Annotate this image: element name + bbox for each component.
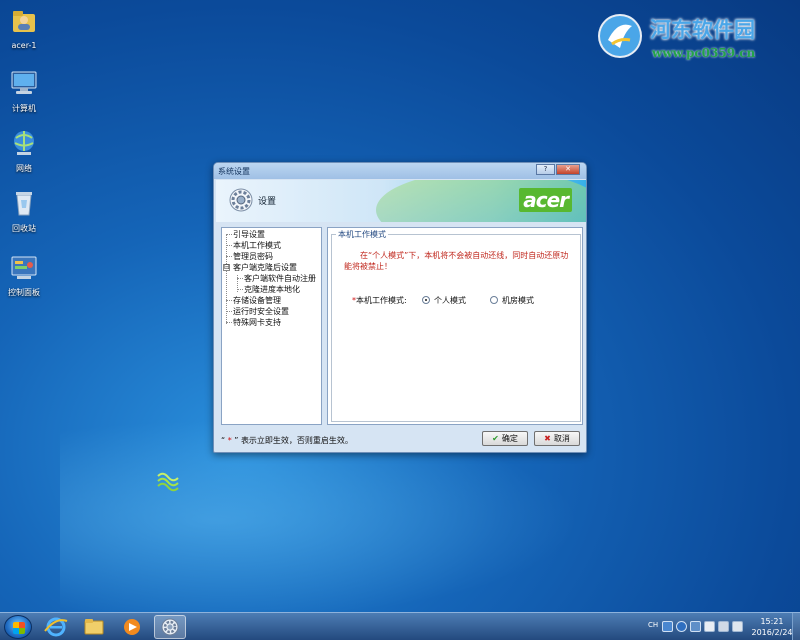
language-indicator[interactable]: CH — [648, 621, 658, 629]
work-mode-group: 本机工作模式 在“个人模式”下，本机将不会被自动还线，同时自动还原功能将被禁止！… — [331, 229, 581, 422]
media-player-icon — [124, 619, 140, 635]
footer-note: “ * ” 表示立即生效，否则重启生效。 — [221, 435, 353, 446]
tree-item-client-auto-register[interactable]: 客户端软件自动注册 — [244, 273, 316, 284]
close-button[interactable]: ✕ — [556, 164, 580, 175]
taskbar-app-explorer[interactable] — [78, 615, 110, 639]
group-title: 本机工作模式 — [336, 229, 388, 240]
tree-item-boot[interactable]: 引导设置 — [233, 229, 265, 240]
flag-icon[interactable] — [704, 621, 715, 632]
dialog-banner: 设置 acer — [216, 180, 586, 222]
taskbar-app-settings[interactable] — [154, 615, 186, 639]
desktop-icon-control-panel[interactable]: 控制面板 — [2, 252, 46, 298]
start-button[interactable] — [4, 615, 32, 639]
radio-unselected-icon — [490, 296, 498, 304]
show-desktop-button[interactable] — [792, 613, 800, 640]
radio-lab-mode[interactable]: 机房模式 — [490, 295, 534, 306]
tree-line — [226, 300, 232, 301]
dialog-title: 系统设置 — [218, 167, 250, 176]
radio-label: 机房模式 — [502, 296, 534, 305]
windows-logo-watermark-icon — [157, 472, 179, 492]
desktop-icon-label: 控制面板 — [8, 288, 40, 297]
watermark-url: www.pc0359.cn — [652, 46, 756, 60]
dialog-titlebar[interactable]: 系统设置 ? ✕ — [214, 163, 586, 179]
footer-star: * — [227, 436, 232, 445]
taskbar-app-ie[interactable] — [40, 615, 72, 639]
recycle-bin-icon — [16, 192, 32, 216]
keyboard-icon[interactable] — [662, 621, 673, 632]
desktop-icon-user[interactable]: acer-1 — [2, 6, 46, 50]
ok-label: 确定 — [501, 434, 518, 443]
tree-item-clone-progress[interactable]: 克隆进度本地化 — [244, 284, 300, 295]
site-watermark: 河东软件园 www.pc0359.cn — [594, 6, 794, 68]
banner-title: 设置 — [258, 197, 277, 207]
radio-personal-mode[interactable]: 个人模式 — [422, 295, 466, 306]
system-settings-dialog: 系统设置 ? ✕ 设置 acer 引导设置 本机工作模式 管理员密码 ⊟ 客户端… — [213, 162, 587, 453]
network-icon — [14, 131, 34, 155]
tree-item-admin-password[interactable]: 管理员密码 — [233, 251, 273, 262]
taskbar: CH 15:21 2016/2/24 — [0, 612, 800, 640]
help-button[interactable]: ? — [536, 164, 555, 175]
desktop-icon-label: 网络 — [16, 164, 32, 173]
user-folder-icon — [13, 11, 35, 32]
settings-app-icon — [161, 618, 179, 636]
volume-icon[interactable] — [732, 621, 743, 632]
warning-text: 在“个人模式”下，本机将不会被自动还线，同时自动还原功能将被禁止！ — [344, 251, 569, 271]
cancel-label: 取消 — [553, 434, 570, 443]
tree-item-work-mode[interactable]: 本机工作模式 — [233, 240, 281, 251]
taskbar-app-media-player[interactable] — [116, 615, 148, 639]
tree-line — [226, 234, 232, 235]
settings-tree: 引导设置 本机工作模式 管理员密码 ⊟ 客户端克隆后设置 客户端软件自动注册 克… — [221, 227, 322, 425]
mode-label: *本机工作模式: — [352, 295, 407, 306]
check-icon: ✔ — [492, 434, 499, 443]
desktop-icon-recycle-bin[interactable]: 回收站 — [2, 188, 46, 234]
desktop-icon-computer[interactable]: 计算机 — [2, 68, 46, 114]
tree-collapse-icon[interactable]: ⊟ — [223, 264, 230, 271]
tree-line — [226, 256, 232, 257]
internet-explorer-icon — [44, 617, 68, 637]
control-panel-icon — [11, 256, 37, 279]
ok-button[interactable]: ✔ 确定 — [482, 431, 528, 446]
gear-icon — [229, 188, 253, 212]
radio-label: 个人模式 — [434, 296, 466, 305]
computer-icon — [11, 71, 37, 94]
desktop-icon-label: acer-1 — [11, 41, 37, 50]
tree-line — [226, 245, 232, 246]
tree-line — [226, 322, 232, 323]
footer-quote: “ — [221, 436, 226, 445]
windows-logo-icon — [13, 622, 25, 634]
tree-item-special-nic[interactable]: 特殊网卡支持 — [233, 317, 281, 328]
tree-line — [226, 311, 232, 312]
network-tray-icon[interactable] — [718, 621, 729, 632]
acer-logo: acer — [519, 188, 572, 212]
cross-icon: ✖ — [544, 434, 551, 443]
watermark-title: 河东软件园 — [650, 17, 755, 42]
settings-panel: 本机工作模式 在“个人模式”下，本机将不会被自动还线，同时自动还原功能将被禁止！… — [327, 227, 583, 425]
site-logo-icon — [598, 14, 642, 58]
file-explorer-icon — [84, 619, 104, 635]
tree-item-runtime-security[interactable]: 运行时安全设置 — [233, 306, 289, 317]
footer-text: ” 表示立即生效，否则重启生效。 — [234, 436, 353, 445]
desktop-icon-network[interactable]: 网络 — [2, 128, 46, 174]
cancel-button[interactable]: ✖ 取消 — [534, 431, 580, 446]
mode-label-text: 本机工作模式: — [356, 296, 407, 305]
desktop-icon-label: 计算机 — [12, 104, 36, 113]
desktop-icon-label: 回收站 — [12, 224, 36, 233]
settings-tray-icon[interactable] — [690, 621, 701, 632]
radio-selected-icon — [422, 296, 430, 304]
help-icon[interactable] — [676, 621, 687, 632]
tree-line — [237, 278, 243, 279]
tree-item-storage[interactable]: 存储设备管理 — [233, 295, 281, 306]
tree-item-client-clone[interactable]: 客户端克隆后设置 — [233, 262, 297, 273]
tree-line — [237, 289, 243, 290]
